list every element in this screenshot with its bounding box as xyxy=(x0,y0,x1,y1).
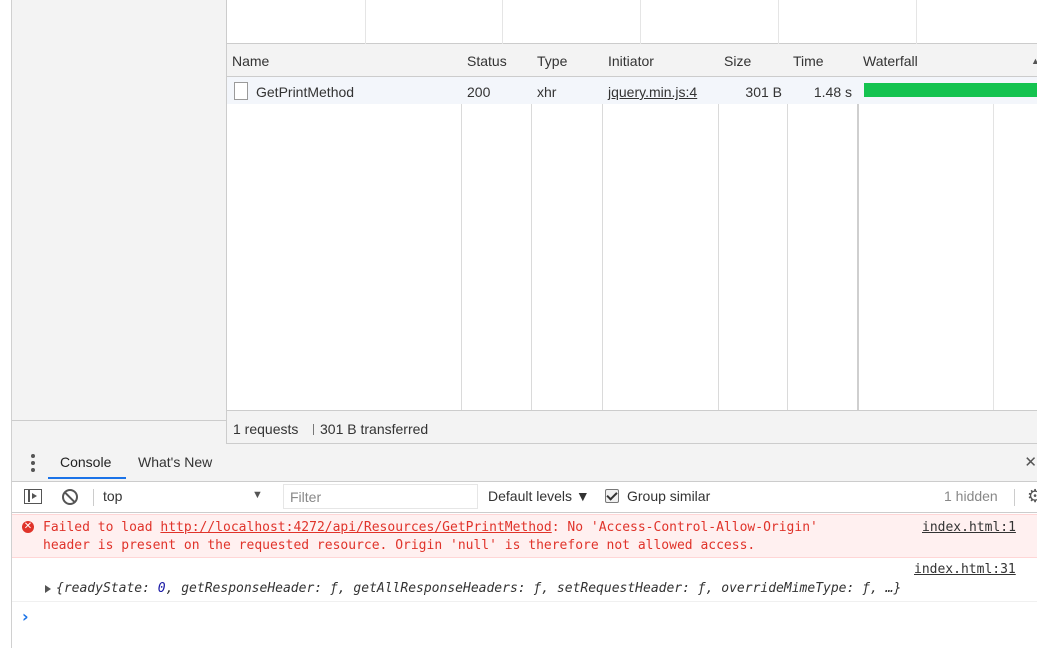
overview-tick xyxy=(916,0,917,44)
sidebar-divider xyxy=(12,420,226,421)
column-header-initiator[interactable]: Initiator xyxy=(608,53,654,69)
active-tab-indicator xyxy=(48,477,126,479)
network-request-table: Name Status Type Initiator Size Time Wat… xyxy=(227,44,1037,410)
error-source-link[interactable]: index.html:1 xyxy=(922,520,1016,535)
overview-tick xyxy=(778,0,779,44)
group-similar-checkbox[interactable] xyxy=(605,489,619,503)
chevron-down-icon[interactable]: ▼ xyxy=(252,489,263,501)
column-header-name[interactable]: Name xyxy=(232,53,269,69)
log-levels-dropdown[interactable]: Default levels ▼ xyxy=(488,488,590,504)
transferred-size: 301 B transferred xyxy=(320,421,429,437)
table-row[interactable]: GetPrintMethod 200 xhr jquery.min.js:4 3… xyxy=(227,77,1037,104)
column-header-waterfall[interactable]: Waterfall xyxy=(863,53,918,69)
overview-tick xyxy=(502,0,503,44)
gear-icon[interactable]: ⚙ xyxy=(1027,486,1037,506)
request-name[interactable]: GetPrintMethod xyxy=(256,84,354,100)
overview-tick xyxy=(365,0,366,44)
console-error-message: ✕ Failed to load http://localhost:4272/a… xyxy=(12,514,1037,558)
console-log-message: index.html:31 {readyState: 0, getRespons… xyxy=(12,558,1037,602)
request-time: 1.48 s xyxy=(813,84,852,100)
column-header-type[interactable]: Type xyxy=(537,53,567,69)
waterfall-bar[interactable] xyxy=(864,83,1037,97)
error-text-line2: header is present on the requested resou… xyxy=(43,538,756,553)
request-status: 200 xyxy=(467,84,491,100)
request-initiator-link[interactable]: jquery.min.js:4 xyxy=(608,84,697,100)
error-icon: ✕ xyxy=(22,521,34,533)
request-count: 1 requests xyxy=(233,421,299,437)
waterfall-gridline xyxy=(993,77,994,410)
network-overview-timeline[interactable] xyxy=(227,0,1037,44)
toolbar-separator xyxy=(93,489,94,506)
sort-up-icon: ▲ xyxy=(1031,56,1037,66)
error-url-link[interactable]: http://localhost:4272/api/Resources/GetP… xyxy=(160,520,551,535)
column-header-size[interactable]: Size xyxy=(724,53,751,69)
group-similar-label[interactable]: Group similar xyxy=(627,488,710,504)
log-object-preview[interactable]: {readyState: 0, getResponseHeader: ƒ, ge… xyxy=(56,581,901,596)
overview-tick xyxy=(640,0,641,44)
request-type: xhr xyxy=(537,84,557,100)
log-source-link[interactable]: index.html:31 xyxy=(914,562,1016,577)
toolbar-separator xyxy=(1014,489,1015,506)
prompt-chevron-icon: › xyxy=(22,607,29,626)
context-selector[interactable]: top xyxy=(103,488,122,504)
tab-whats-new[interactable]: What's New xyxy=(138,454,212,470)
table-header: Name Status Type Initiator Size Time Wat… xyxy=(227,44,1037,77)
console-prompt[interactable]: › xyxy=(12,603,1037,648)
error-text-line1: Failed to load http://localhost:4272/api… xyxy=(43,520,818,535)
console-toolbar: top ▼ Default levels ▼ Group similar 1 h… xyxy=(12,482,1037,513)
request-size: 301 B xyxy=(745,84,782,100)
column-header-status[interactable]: Status xyxy=(467,53,507,69)
tab-console[interactable]: Console xyxy=(60,454,111,470)
close-icon[interactable]: ✕ xyxy=(1024,453,1037,471)
clear-console-icon[interactable] xyxy=(62,489,78,505)
more-tools-icon[interactable] xyxy=(30,454,36,472)
network-sidebar xyxy=(12,0,227,444)
sidebar-toggle-icon[interactable] xyxy=(24,489,42,504)
expand-triangle-icon[interactable] xyxy=(45,585,51,593)
drawer-tab-bar: Console What's New ✕ xyxy=(12,444,1037,482)
hidden-messages-count: 1 hidden xyxy=(944,488,998,504)
left-gutter xyxy=(0,0,12,648)
column-header-time[interactable]: Time xyxy=(793,53,824,69)
filter-input[interactable] xyxy=(283,484,478,509)
document-icon xyxy=(234,82,248,100)
summary-separator xyxy=(313,424,314,435)
network-summary-bar: 1 requests 301 B transferred xyxy=(227,410,1037,444)
